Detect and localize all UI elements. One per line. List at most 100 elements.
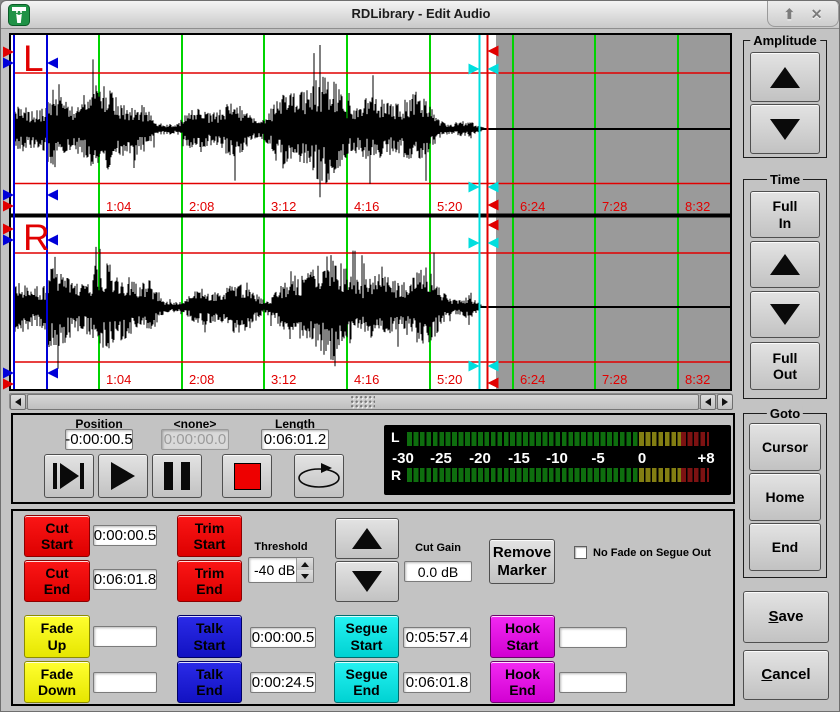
spin-up-icon[interactable] [297,558,313,570]
zoom-full-out-button[interactable]: Full Out [750,342,820,390]
goto-cursor-button[interactable]: Cursor [749,423,821,471]
zoom-out-button[interactable] [750,291,820,338]
scroll-left-button-2[interactable] [700,394,716,410]
window-title: RDLibrary - Edit Audio [1,6,840,21]
svg-text:8:32: 8:32 [685,372,710,387]
segue-start-field[interactable]: 0:05:57.4 [403,627,471,648]
amplitude-up-button[interactable] [750,52,820,102]
svg-text:4:16: 4:16 [354,372,379,387]
play-button[interactable] [98,454,148,498]
svg-text:1:04: 1:04 [106,372,131,387]
hook-start-button[interactable]: Hook Start [490,615,555,658]
svg-text:7:28: 7:28 [602,199,627,214]
amplitude-down-button[interactable] [750,104,820,154]
stop-button[interactable] [222,454,272,498]
meter-led-red-left [681,432,709,446]
arrow-up-icon [352,513,382,549]
spin-down-icon[interactable] [297,570,313,582]
meter-right-label: R [391,467,401,483]
fade-up-field[interactable] [93,626,157,647]
remove-marker-button[interactable]: Remove Marker [489,539,555,584]
trim-end-button[interactable]: Trim End [177,560,242,602]
gain-down-button[interactable] [335,561,399,602]
hook-end-field[interactable] [559,672,627,693]
slider-grip-icon [351,396,375,409]
fade-down-button[interactable]: Fade Down [24,661,90,703]
meter-scale-tick: -15 [499,450,539,467]
meter-scale-tick: -25 [421,450,461,467]
waveform-scrollbar[interactable] [9,393,732,409]
segue-start-button[interactable]: Segue Start [334,615,399,658]
arrow-down-icon [770,119,800,155]
svg-text:L: L [23,38,44,79]
talk-start-field[interactable]: 0:00:00.5 [250,627,316,648]
goto-group: Goto Cursor Home End [743,413,827,578]
marker-time-field: 0:00:00.0 [161,429,229,450]
threshold-label: Threshold [236,541,326,553]
meter-scale-tick: -5 [578,450,618,467]
svg-text:6:24: 6:24 [520,372,545,387]
meter-led-yellow-left [639,432,681,446]
goto-group-title: Goto [767,406,803,421]
talk-start-button[interactable]: Talk Start [177,615,242,658]
svg-text:1:04: 1:04 [106,199,131,214]
play-icon [111,462,135,490]
arrow-down-icon [352,571,382,607]
cancel-button[interactable]: Cancel [743,650,829,700]
svg-text:R: R [23,217,50,258]
close-window-icon[interactable]: ✕ [811,7,823,21]
svg-text:2:08: 2:08 [189,199,214,214]
titlebar[interactable]: RDLibrary - Edit Audio ⬆ ✕ [1,1,840,29]
svg-text:3:12: 3:12 [271,199,296,214]
svg-text:5:20: 5:20 [437,199,462,214]
left-arrow-icon [705,398,711,406]
cut-end-field[interactable]: 0:06:01.8 [93,569,157,590]
talk-end-field[interactable]: 0:00:24.5 [250,672,316,693]
cut-start-field[interactable]: 0:00:00.5 [93,525,157,546]
marker-panel: Cut Start 0:00:00.5 Cut End 0:06:01.8 Tr… [11,509,735,706]
pause-icon [164,462,190,490]
window-controls: ⬆ ✕ [767,1,839,27]
play-from-button[interactable] [44,454,94,498]
fade-up-button[interactable]: Fade Up [24,615,90,658]
goto-end-button[interactable]: End [749,523,821,571]
cut-end-button[interactable]: Cut End [24,560,90,602]
threshold-spinbox[interactable]: -40 dB [248,557,314,583]
waveform-svg[interactable]: LR1:041:042:082:083:123:124:164:165:205:… [11,35,730,389]
meter-scale-tick: -10 [537,450,577,467]
meter-scale-tick: +8 [686,450,726,467]
hook-end-button[interactable]: Hook End [490,661,555,703]
fade-down-field[interactable] [93,672,157,693]
cut-gain-field[interactable]: 0.0 dB [404,561,472,582]
stop-icon [234,463,261,490]
meter-scale-tick: 0 [622,450,662,467]
amplitude-group-title: Amplitude [750,33,820,48]
gain-up-button[interactable] [335,518,399,559]
hook-start-field[interactable] [559,627,627,648]
segue-end-button[interactable]: Segue End [334,661,399,703]
shade-window-icon[interactable]: ⬆ [784,7,796,21]
scroll-left-button[interactable] [10,394,26,410]
position-field[interactable]: -0:00:00.5 [65,429,133,450]
trim-start-button[interactable]: Trim Start [177,515,242,557]
meter-led-red-right [681,468,709,482]
cut-start-button[interactable]: Cut Start [24,515,90,557]
scroll-right-button[interactable] [717,394,733,410]
no-fade-label: No Fade on Segue Out [593,547,711,559]
no-fade-checkbox[interactable] [574,546,587,559]
save-button[interactable]: Save [743,591,829,643]
waveform-display[interactable]: LR1:041:042:082:083:123:124:164:165:205:… [9,33,732,391]
zoom-in-button[interactable] [750,241,820,288]
time-group-title: Time [767,172,803,187]
talk-end-button[interactable]: Talk End [177,661,242,703]
pause-button[interactable] [152,454,202,498]
meter-scale-tick: -30 [383,450,423,467]
goto-home-button[interactable]: Home [749,473,821,521]
threshold-value[interactable]: -40 dB [249,558,296,582]
segue-end-field[interactable]: 0:06:01.8 [403,672,471,693]
zoom-full-in-button[interactable]: Full In [750,191,820,238]
meter-left-label: L [391,429,400,445]
scrollbar-slider[interactable] [27,394,699,410]
loop-button[interactable] [294,454,344,498]
meter-led-green-right [407,468,639,482]
